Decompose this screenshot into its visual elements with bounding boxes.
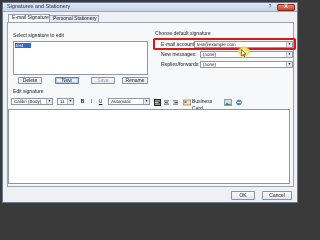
cancel-button[interactable]: Cancel bbox=[262, 191, 292, 200]
edit-signature-label: Edit signature bbox=[13, 89, 44, 95]
align-right-icon[interactable] bbox=[172, 99, 179, 106]
font-value: Calibri (Body) bbox=[14, 99, 42, 104]
chevron-down-icon[interactable]: ▼ bbox=[67, 99, 73, 104]
font-color-value: Automatic bbox=[111, 99, 132, 104]
new-messages-value: (none) bbox=[203, 52, 217, 57]
signature-list[interactable]: test bbox=[13, 41, 148, 75]
help-button[interactable]: ? bbox=[265, 4, 275, 11]
chevron-down-icon[interactable]: ▼ bbox=[286, 52, 292, 57]
align-center-icon[interactable] bbox=[163, 99, 170, 106]
chevron-down-icon[interactable]: ▼ bbox=[286, 62, 292, 67]
delete-button[interactable]: Delete bbox=[18, 77, 42, 84]
signature-editor[interactable] bbox=[8, 109, 290, 184]
business-card-button[interactable]: Business Card bbox=[192, 99, 220, 112]
chevron-down-icon[interactable]: ▼ bbox=[143, 99, 149, 104]
business-card-icon bbox=[183, 99, 191, 106]
insert-picture-icon[interactable] bbox=[224, 99, 232, 106]
align-left-icon[interactable] bbox=[154, 99, 161, 106]
email-account-highlight bbox=[153, 38, 296, 50]
default-signature-heading: Choose default signature bbox=[155, 31, 211, 37]
italic-button[interactable]: I bbox=[88, 99, 95, 106]
chevron-down-icon[interactable]: ▼ bbox=[46, 99, 52, 104]
font-size-value: 11 bbox=[60, 99, 65, 104]
rename-button[interactable]: Rename bbox=[122, 77, 148, 84]
ok-button[interactable]: OK bbox=[231, 191, 255, 200]
font-color-select[interactable]: Automatic ▼ bbox=[108, 98, 150, 105]
underline-button[interactable]: U bbox=[97, 99, 104, 106]
font-size-select[interactable]: 11 ▼ bbox=[57, 98, 74, 105]
mouse-pointer-icon bbox=[241, 49, 247, 57]
select-signature-label: Select signature to edit bbox=[13, 33, 64, 39]
new-button[interactable]: New bbox=[55, 77, 79, 84]
hyperlink-icon[interactable] bbox=[235, 99, 243, 106]
replies-forwards-value: (none) bbox=[203, 62, 217, 67]
signatures-dialog: Signatures and Stationery ? X E-mail Sig… bbox=[2, 2, 298, 203]
signature-list-item[interactable]: test bbox=[15, 43, 31, 48]
tab-personal-stationery[interactable]: Personal Stationery bbox=[49, 15, 99, 22]
replies-forwards-select[interactable]: (none) ▼ bbox=[200, 61, 293, 68]
dialog-title: Signatures and Stationery bbox=[7, 4, 71, 10]
formatting-toolbar: Calibri (Body) ▼ 11 ▼ B I U Automatic ▼ … bbox=[11, 98, 291, 112]
font-select[interactable]: Calibri (Body) ▼ bbox=[11, 98, 53, 105]
replies-forwards-label: Replies/forwards: bbox=[161, 62, 200, 68]
title-bar: Signatures and Stationery ? X bbox=[3, 3, 297, 12]
save-button[interactable]: Save bbox=[91, 77, 115, 84]
tab-email-signature[interactable]: E-mail Signature bbox=[8, 14, 50, 22]
bold-button[interactable]: B bbox=[79, 99, 86, 106]
close-button[interactable]: X bbox=[277, 4, 295, 11]
new-messages-label: New messages: bbox=[161, 52, 197, 58]
tab-email-signature-label: E-mail Signature bbox=[12, 15, 49, 21]
